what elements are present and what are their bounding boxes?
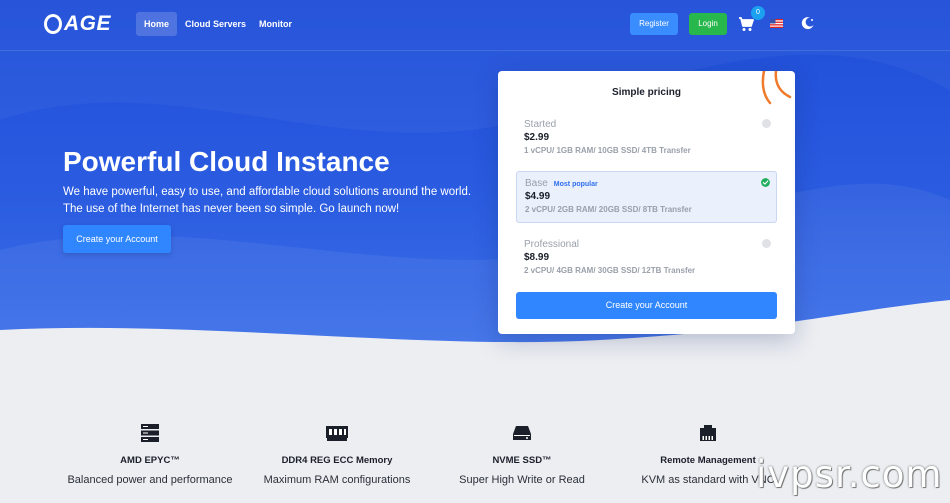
plan-option-base[interactable]: Base Most popular $4.99 2 vCPU/ 2GB RAM/ … — [516, 171, 777, 223]
plan-specs: 1 vCPU/ 1GB RAM/ 10GB SSD/ 4TB Transfer — [524, 146, 691, 155]
feature-ddr4-memory: DDR4 REG ECC Memory Maximum RAM configur… — [242, 424, 432, 486]
plan-price: $4.99 — [525, 191, 551, 202]
dark-mode-icon[interactable] — [801, 16, 815, 30]
feature-nvme-ssd: NVME SSD™ Super High Write or Read — [427, 424, 617, 486]
logo-text: AGE — [64, 12, 112, 35]
hero-subtitle: We have powerful, easy to use, and affor… — [63, 186, 472, 215]
plan-specs: 2 vCPU/ 2GB RAM/ 20GB SSD/ 8TB Transfer — [525, 205, 692, 214]
watermark-text: ivpsr.com — [756, 453, 943, 496]
us-flag-icon[interactable] — [770, 19, 783, 28]
top-nav: AGE Home Cloud Servers Monitor Register … — [0, 0, 950, 50]
plan-option-started[interactable]: Started $2.99 1 vCPU/ 1GB RAM/ 10GB SSD/… — [516, 113, 777, 165]
plan-name: Professional — [524, 239, 580, 250]
hero-create-account-button[interactable]: Create your Account — [63, 225, 171, 253]
memory-icon — [326, 426, 348, 441]
plan-price: $2.99 — [524, 132, 550, 143]
feature-title: DDR4 REG ECC Memory — [281, 455, 393, 466]
register-button[interactable]: Register — [630, 13, 678, 35]
plan-name-row: Base Most popular — [525, 178, 768, 189]
check-circle-icon[interactable] — [761, 178, 770, 187]
pricing-title: Simple pricing — [612, 87, 681, 98]
plan-name: Started — [524, 119, 557, 130]
card-create-account-button[interactable]: Create your Account — [516, 292, 777, 319]
nav-link-home[interactable]: Home — [136, 12, 178, 36]
brand-logo[interactable]: AGE — [44, 12, 111, 36]
feature-desc: Super High Write or Read — [459, 474, 585, 486]
plan-price: $8.99 — [524, 252, 550, 263]
cart-icon[interactable] — [738, 16, 754, 32]
server-icon — [141, 424, 159, 442]
feature-title: AMD EPYC™ — [120, 455, 180, 466]
logo-icon — [44, 14, 62, 34]
ssd-icon — [513, 426, 531, 440]
feature-desc: Maximum RAM configurations — [263, 474, 411, 486]
radio-unselected-icon[interactable] — [762, 119, 771, 128]
feature-amd-epyc: AMD EPYC™ Balanced power and performance — [55, 424, 245, 486]
feature-desc: Balanced power and performance — [67, 474, 233, 486]
cart-count-badge: 0 — [751, 6, 765, 20]
plan-specs: 2 vCPU/ 4GB RAM/ 30GB SSD/ 12TB Transfer — [524, 266, 696, 275]
hero-title: Powerful Cloud Instance — [63, 146, 390, 177]
nav-link-monitor[interactable]: Monitor — [251, 12, 300, 36]
login-button[interactable]: Login — [689, 13, 727, 35]
nav-link-cloud-servers[interactable]: Cloud Servers — [177, 12, 254, 36]
feature-title: NVME SSD™ — [492, 455, 552, 466]
plan-name: Base — [525, 178, 548, 189]
most-popular-badge: Most popular — [553, 181, 598, 188]
pricing-card: Simple pricing Started $2.99 1 vCPU/ 1GB… — [498, 71, 795, 334]
radio-unselected-icon[interactable] — [762, 239, 771, 248]
network-port-icon — [700, 425, 716, 441]
nav-divider — [0, 50, 950, 51]
plan-option-professional[interactable]: Professional $8.99 2 vCPU/ 4GB RAM/ 30GB… — [516, 233, 777, 285]
